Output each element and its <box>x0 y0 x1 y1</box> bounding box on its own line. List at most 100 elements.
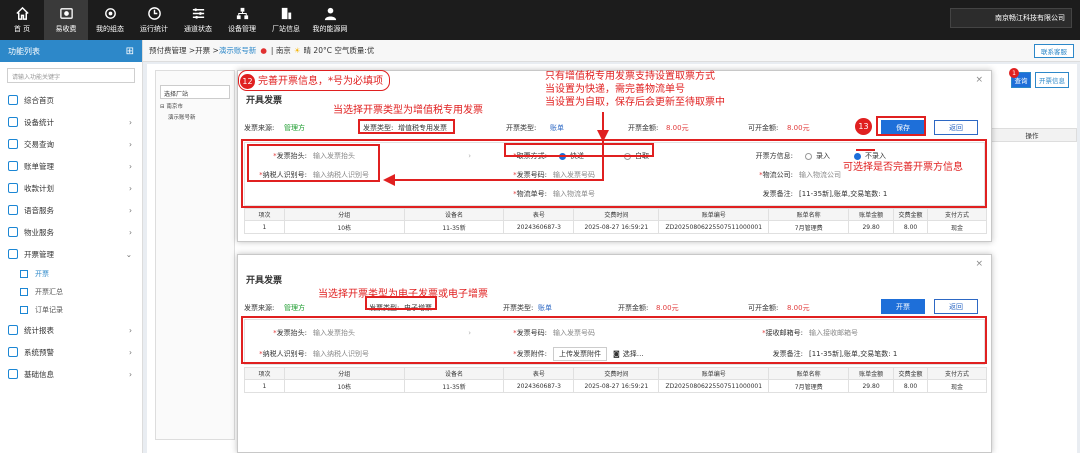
sidebar-item-label: 设备统计 <box>24 117 54 127</box>
table-cell: 29.80 <box>848 220 895 234</box>
bill-table: 项次 分组 设备名 表号 交费时间 账单编号 账单名称 账单金额 交费金额 支付方式 1 10栋 11… <box>244 208 987 234</box>
channel-icon <box>192 8 204 19</box>
chevron-icon: › <box>129 117 132 127</box>
submit-invoice-button[interactable]: 开票 <box>881 299 925 314</box>
sidebar-header: 功能列表 ⊞ <box>0 40 142 62</box>
menu-icon <box>8 325 18 335</box>
table-cell: 7月管理费 <box>768 220 850 234</box>
home-icon <box>15 6 29 20</box>
sidebar-item[interactable]: 开票管理 ⌄ <box>0 243 142 265</box>
nav-config[interactable]: 我的组态 <box>88 0 132 40</box>
avail-label: 可开金额: <box>748 304 779 312</box>
tree-root[interactable]: ⊟ 南京市 <box>160 102 230 110</box>
invoice-info-button[interactable]: 开票信息 <box>1035 72 1069 88</box>
column-header: 账单名称 <box>768 367 850 380</box>
table-cell: 1 <box>244 379 285 393</box>
column-header: 表号 <box>503 367 575 380</box>
sidebar-item[interactable]: 收款计划 › <box>0 177 142 199</box>
table-header-row: 项次 分组 设备名 表号 交费时间 账单编号 账单名称 账单金额 交费金额 支付方式 <box>244 208 987 221</box>
nav-payment[interactable]: 易收费 <box>44 0 88 40</box>
notification-badge: 1 <box>1009 68 1019 78</box>
table-cell: 2025-08-27 16:59:21 <box>573 220 660 234</box>
location-pin-icon[interactable]: ● <box>260 46 267 55</box>
sidebar-item[interactable]: 交易查询 › <box>0 133 142 155</box>
close-icon[interactable]: × <box>975 259 983 269</box>
sidebar-item[interactable]: 基础信息 › <box>0 363 142 385</box>
amount-label: 开票金额: <box>628 124 659 132</box>
chevron-icon: › <box>129 369 132 379</box>
back-button[interactable]: 返回 <box>934 299 978 314</box>
step-number-badge: 12 <box>240 74 255 89</box>
source-value: 管理方 <box>284 124 305 132</box>
sidebar-item[interactable]: 设备统计 › <box>0 111 142 133</box>
column-header: 项次 <box>244 208 285 221</box>
contact-service-button[interactable]: 联系客服 <box>1034 44 1074 58</box>
table-cell: 8.00 <box>893 379 929 393</box>
nav-home[interactable]: 首 页 <box>0 0 44 40</box>
sidebar-item[interactable]: 物业服务 › <box>0 221 142 243</box>
amount-value: 8.00元 <box>666 124 689 132</box>
open-type-value: 账单 <box>550 124 564 132</box>
open-type-label: 开票类型: <box>503 304 534 312</box>
station-select[interactable]: 选择厂站 <box>160 85 230 99</box>
submenu-icon <box>20 288 28 296</box>
nav-device[interactable]: 设备管理 <box>220 0 264 40</box>
menu-icon <box>8 183 18 193</box>
highlight-save-button <box>876 116 926 136</box>
table-cell: 2025-08-27 16:59:21 <box>573 379 660 393</box>
tree-child[interactable]: 演示账号新 <box>160 113 230 121</box>
highlight-pickup-method <box>504 143 654 157</box>
station-tree-panel: 选择厂站 ⊟ 南京市 演示账号新 <box>155 70 235 440</box>
chevron-icon: ⌄ <box>125 249 132 259</box>
column-header: 设备名 <box>403 208 505 221</box>
config-icon <box>104 8 116 19</box>
table-row[interactable]: 1 10栋 11-35新 2024360687-3 2025-08-27 16:59:2… <box>244 220 987 234</box>
open-type-value: 账单 <box>538 304 552 312</box>
table-row[interactable]: 1 10栋 11-35新 2024360687-3 2025-08-27 16:59:2… <box>244 379 987 393</box>
chevron-icon: › <box>129 347 132 357</box>
highlight-invoice-type <box>358 119 455 134</box>
sidebar-subitem[interactable]: 开票 <box>0 265 142 283</box>
table-cell: 10栋 <box>283 220 405 234</box>
menu-icon <box>8 205 18 215</box>
breadcrumb-current[interactable]: 演示账号新 <box>219 45 257 56</box>
nav-energy[interactable]: 我的能源网 <box>308 0 352 40</box>
sidebar-item[interactable]: 综合首页 <box>0 89 142 111</box>
sidebar-subitem[interactable]: 订单记录 <box>0 301 142 319</box>
nav-label: 易收费 <box>55 25 77 33</box>
column-header: 账单金额 <box>848 208 895 221</box>
chevron-icon: › <box>129 205 132 215</box>
dialog-title: 开具发票 <box>246 96 283 106</box>
company-name[interactable]: 南京畅江科技有限公司 <box>950 8 1072 28</box>
sidebar-subitem[interactable]: 开票汇总 <box>0 283 142 301</box>
column-header: 支付方式 <box>927 367 987 380</box>
back-button[interactable]: 返回 <box>934 120 978 135</box>
nav-channel[interactable]: 通道状态 <box>176 0 220 40</box>
table-cell: ZD20250806225507511000001 <box>658 379 770 393</box>
table-cell: 11-35新 <box>403 379 505 393</box>
nav-station[interactable]: 厂站信息 <box>264 0 308 40</box>
step-12-text: 完善开票信息，*号为必填项 <box>258 76 383 87</box>
table-cell: 现金 <box>927 220 987 234</box>
sidebar-item[interactable]: 语音服务 › <box>0 199 142 221</box>
note-line: 当设置为快递，需完善物流单号 <box>545 84 685 95</box>
avail-value: 8.00元 <box>787 124 810 132</box>
table-cell: 29.80 <box>848 379 895 393</box>
nav-label: 设备管理 <box>228 25 256 33</box>
sidebar-item[interactable]: 统计报表 › <box>0 319 142 341</box>
table-cell: 8.00 <box>893 220 929 234</box>
table-header-operation: 操作 <box>987 128 1077 142</box>
sidebar-item[interactable]: 系统预警 › <box>0 341 142 363</box>
column-header: 设备名 <box>403 367 505 380</box>
nav-stats[interactable]: 运行统计 <box>132 0 176 40</box>
nav-label: 我的组态 <box>96 25 124 33</box>
avail-value: 8.00元 <box>787 304 810 312</box>
highlight-required-fields <box>247 144 380 182</box>
column-header: 交费时间 <box>573 208 660 221</box>
chevron-icon: › <box>129 161 132 171</box>
grid-icon[interactable]: ⊞ <box>126 46 134 57</box>
sidebar-item-label: 统计报表 <box>24 325 54 335</box>
close-icon[interactable]: × <box>975 75 983 85</box>
sidebar-search-input[interactable]: 请输入功能关键字 <box>7 68 135 83</box>
sidebar-item[interactable]: 账单管理 › <box>0 155 142 177</box>
